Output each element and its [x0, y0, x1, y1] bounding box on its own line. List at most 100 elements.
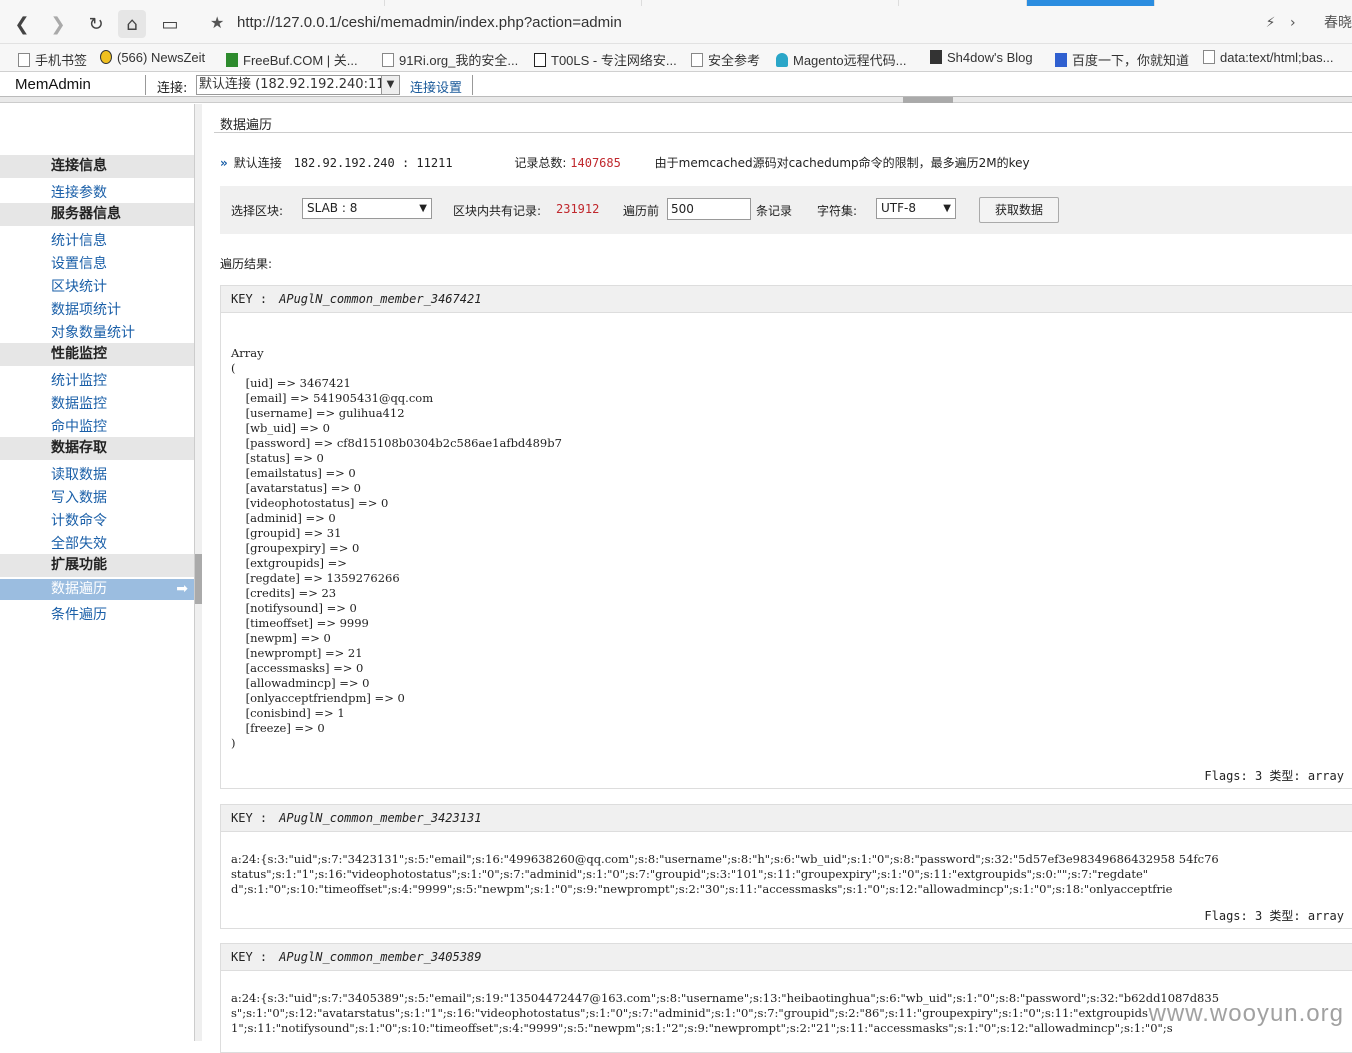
key-name: APuglN_common_member_3405389 — [279, 950, 482, 964]
key-label: KEY : — [231, 811, 268, 825]
dropdown-arrow-icon: ▼ — [943, 203, 951, 214]
reload-icon[interactable]: ↻ — [82, 10, 110, 38]
slab-records-label: 区块内共有记录: — [453, 204, 542, 218]
tab[interactable] — [385, 0, 642, 6]
key-name: APuglN_common_member_3467421 — [279, 292, 482, 306]
sidebar-item-counter[interactable]: 计数命令 — [51, 510, 107, 530]
connection-select-value: 默认连接 (182.92.192.240:11211 — [199, 77, 400, 92]
sidebar-item-data-traverse[interactable]: 数据遍历 ➡ — [0, 579, 194, 600]
record-key-bar: KEY : APuglN_common_member_3467421 — [221, 286, 1352, 313]
sidebar-item-conditional-traverse[interactable]: 条件遍历 — [51, 604, 107, 624]
arrow-right-icon: ➡ — [176, 581, 188, 597]
records-unit-label: 条记录 — [756, 204, 793, 218]
traverse-label: 遍历前 — [623, 204, 660, 218]
sidebar-item-stats[interactable]: 统计信息 — [51, 230, 107, 250]
page-icon — [1203, 50, 1215, 64]
user-name[interactable]: 春晓 — [1324, 15, 1352, 31]
record-flags: Flags: 3 类型: array — [1204, 909, 1344, 923]
sidebar-item-hit-monitor[interactable]: 命中监控 — [51, 416, 107, 436]
bookmark-item[interactable]: data:text/html;bas... — [1203, 50, 1333, 65]
key-name: APuglN_common_member_3423131 — [279, 811, 482, 825]
reader-icon[interactable]: ▭ — [156, 10, 184, 38]
sidebar-scrollbar[interactable] — [195, 104, 202, 1041]
lightning-icon[interactable]: ⚡ — [1266, 15, 1276, 31]
record-key-bar: KEY : APuglN_common_member_3405389 — [221, 944, 1352, 971]
blog-icon — [930, 50, 942, 64]
tab[interactable] — [0, 0, 385, 6]
dropdown-arrow-icon: ▼ — [419, 203, 427, 214]
record-value: Array ( [uid] => 3467421 [email] => 5419… — [231, 346, 562, 750]
charset-label: 字符集: — [817, 204, 858, 218]
record-key-bar: KEY : APuglN_common_member_3423131 — [221, 805, 1352, 832]
bookmark-item[interactable]: 安全参考 — [691, 50, 760, 69]
record-card: KEY : APuglN_common_member_3467421 Array … — [220, 285, 1352, 789]
sidebar-item-connection-params[interactable]: 连接参数 — [51, 182, 107, 202]
phone-icon — [18, 53, 30, 67]
bookmark-item[interactable]: 91Ri.org_我的安全... — [382, 50, 518, 69]
sidebar-group-extensions: 扩展功能 — [0, 554, 194, 577]
cloud-icon — [776, 53, 788, 67]
double-chevron-icon: » — [220, 156, 228, 170]
bookmark-item[interactable]: 百度一下，你就知道 — [1055, 50, 1189, 69]
browser-toolbar: ❮ ❯ ↻ ⌂ ▭ ★ http://127.0.0.1/ceshi/memad… — [0, 0, 1352, 44]
key-label: KEY : — [231, 950, 268, 964]
main-content: 数据遍历 » 默认连接 182.92.192.240 : 11211 记录总数: … — [202, 104, 1352, 1053]
dropdown-arrow-icon[interactable]: ▼ — [381, 76, 399, 94]
sidebar-item-stat-monitor[interactable]: 统计监控 — [51, 370, 107, 390]
sidebar-group-data-access: 数据存取 — [0, 437, 194, 460]
sidebar-item-settings[interactable]: 设置信息 — [51, 253, 107, 273]
frame-splitter[interactable] — [0, 97, 1352, 103]
splitter-grip[interactable] — [903, 97, 953, 103]
tab-strip — [0, 0, 1352, 6]
traverse-count-input[interactable]: 500 — [667, 198, 751, 220]
select-slab-label: 选择区块: — [231, 204, 284, 218]
sidebar-item-slab-stats[interactable]: 区块统计 — [51, 276, 107, 296]
slab-select[interactable]: SLAB : 8 ▼ — [302, 198, 432, 219]
result-label: 遍历结果: — [220, 257, 273, 271]
bookmark-item[interactable]: T00LS - 专注网络安... — [534, 50, 677, 69]
tab[interactable] — [899, 0, 1027, 6]
connection-label: 连接: — [157, 81, 188, 96]
bookmark-item[interactable]: 手机书签 — [18, 50, 87, 69]
page-icon — [382, 53, 394, 67]
sidebar-item-data-monitor[interactable]: 数据监控 — [51, 393, 107, 413]
record-card: KEY : APuglN_common_member_3405389 a:24:{… — [220, 943, 1352, 1053]
sidebar-group-server: 服务器信息 — [0, 203, 194, 226]
back-icon[interactable]: ❮ — [8, 10, 36, 38]
sidebar-item-write-data[interactable]: 写入数据 — [51, 487, 107, 507]
slab-select-value: SLAB : 8 — [307, 201, 358, 215]
sidebar-item-item-stats[interactable]: 数据项统计 — [51, 299, 121, 319]
divider — [472, 75, 473, 95]
charset-select[interactable]: UTF-8 ▼ — [876, 198, 956, 219]
traverse-controls: 选择区块: SLAB : 8 ▼ 区块内共有记录: 231912 遍历前 500… — [220, 186, 1352, 234]
scrollbar-thumb[interactable] — [195, 554, 202, 604]
home-icon[interactable]: ⌂ — [118, 10, 146, 38]
app-header: MemAdmin 连接: 默认连接 (182.92.192.240:11211 … — [0, 73, 1352, 97]
address-bar[interactable]: http://127.0.0.1/ceshi/memadmin/index.ph… — [237, 14, 622, 31]
forward-icon[interactable]: ❯ — [44, 10, 72, 38]
sidebar-item-flush-all[interactable]: 全部失效 — [51, 533, 107, 553]
sidebar-item-label: 数据遍历 — [51, 581, 107, 597]
connection-select[interactable]: 默认连接 (182.92.192.240:11211 ▼ — [196, 75, 400, 95]
chevron-right-icon[interactable]: › — [1290, 15, 1296, 31]
connection-settings-link[interactable]: 连接设置 — [410, 77, 462, 96]
page-title: 数据遍历 — [220, 118, 273, 133]
sidebar: 连接信息 连接参数 服务器信息 统计信息 设置信息 区块统计 数据项统计 对象数… — [0, 104, 195, 1041]
limit-notice: 由于memcached源码对cachedump命令的限制，最多遍历2M的key — [654, 156, 1030, 170]
bookmark-item[interactable]: Sh4dow's Blog — [930, 50, 1033, 65]
sidebar-group-connection: 连接信息 — [0, 155, 194, 178]
sidebar-item-read-data[interactable]: 读取数据 — [51, 464, 107, 484]
fetch-data-button[interactable]: 获取数据 — [979, 197, 1059, 223]
app-logo: MemAdmin — [15, 76, 91, 93]
bookmarks-bar: 手机书签 (566) NewsZeit FreeBuf.COM | 关... 9… — [0, 44, 1352, 72]
total-records-label: 记录总数: — [514, 156, 567, 170]
bookmark-item[interactable]: FreeBuf.COM | 关... — [226, 50, 358, 69]
sidebar-item-object-stats[interactable]: 对象数量统计 — [51, 322, 135, 342]
bookmark-item[interactable]: (566) NewsZeit — [100, 50, 205, 65]
newszeit-icon — [100, 50, 112, 64]
tab-active[interactable] — [1027, 0, 1155, 6]
bookmark-star-icon[interactable]: ★ — [210, 13, 224, 32]
key-label: KEY : — [231, 292, 268, 306]
bookmark-item[interactable]: Magento远程代码... — [776, 50, 906, 69]
tab[interactable] — [642, 0, 899, 6]
